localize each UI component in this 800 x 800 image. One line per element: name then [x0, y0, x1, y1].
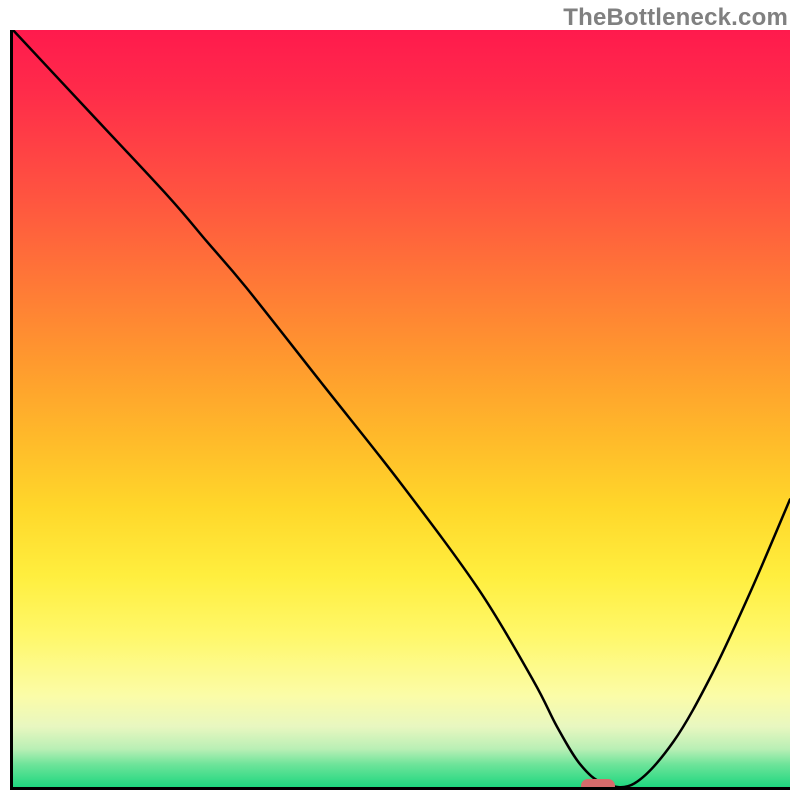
optimal-marker: [581, 779, 615, 790]
chart-container: TheBottleneck.com: [0, 0, 800, 800]
plot-area: [10, 30, 790, 790]
bottleneck-curve: [13, 30, 790, 787]
watermark-text: TheBottleneck.com: [563, 4, 788, 32]
